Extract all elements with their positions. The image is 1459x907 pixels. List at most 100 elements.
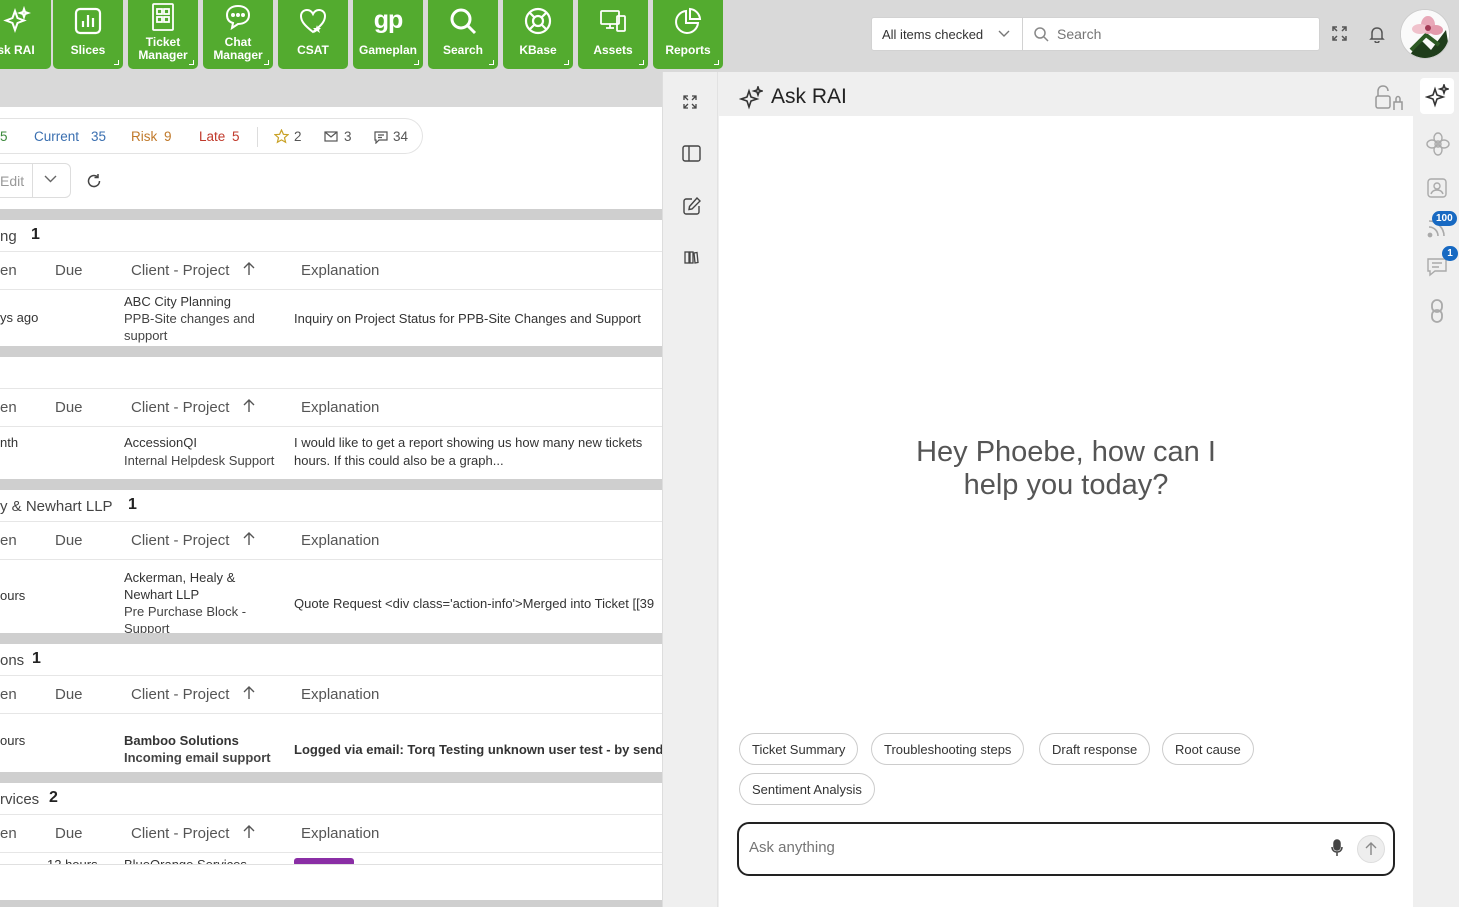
col-client-project[interactable]: Client - Project [131, 825, 229, 842]
nav-kbase-button[interactable]: KBase [503, 0, 573, 69]
current-label[interactable]: Current [34, 129, 79, 144]
chip-draft-response[interactable]: Draft response [1039, 733, 1151, 765]
search-input[interactable] [1057, 26, 1307, 42]
filter-select[interactable]: All items checked [871, 17, 1023, 51]
risk-count[interactable]: 9 [164, 129, 172, 144]
col-explanation[interactable]: Explanation [301, 399, 379, 416]
cell-client-cont: Newhart LLP [124, 587, 200, 602]
table-row[interactable]: 12 hours BlueOrange Services [0, 854, 662, 864]
mail-icon[interactable] [324, 131, 338, 142]
group-count: 1 [128, 496, 137, 513]
current-count[interactable]: 35 [91, 129, 106, 144]
col-explanation[interactable]: Explanation [301, 825, 379, 842]
cell-project-cont: support [124, 328, 168, 343]
cell-explanation: Inquiry on Project Status for PPB-Site C… [294, 311, 641, 326]
ok-count[interactable]: 5 [0, 129, 8, 144]
star-icon[interactable] [274, 129, 289, 144]
col-open[interactable]: en [0, 532, 17, 549]
group-header[interactable]: y & Newhart LLP 1 [0, 490, 662, 522]
ask-input-box[interactable] [737, 822, 1395, 876]
contact-card-icon[interactable] [1426, 177, 1448, 199]
edit-split-button[interactable]: Edit [0, 163, 71, 198]
late-label[interactable]: Late [199, 129, 225, 144]
table-row[interactable]: nth AccessionQI Internal Helpdesk Suppor… [0, 428, 662, 478]
expand-icon[interactable] [683, 95, 697, 109]
table-row[interactable]: ys ago ABC City Planning PPB-Site change… [0, 291, 662, 346]
group-header[interactable]: ons 1 [0, 644, 662, 676]
risk-label[interactable]: Risk [131, 129, 157, 144]
col-open[interactable]: en [0, 825, 17, 842]
cell-open: ys ago [0, 310, 39, 325]
cell-explanation-cont: hours. If this could also be a graph... [294, 453, 504, 468]
nav-ask-rai-button[interactable]: sk RAI [0, 0, 51, 69]
col-open[interactable]: en [0, 686, 17, 703]
bell-icon[interactable] [1369, 25, 1385, 43]
group-separator [0, 633, 662, 644]
ticket-group: y & Newhart LLP 1 en Due Client - Projec… [0, 490, 662, 633]
nav-label: Slices [70, 43, 106, 57]
nav-label: Reports [665, 43, 711, 57]
col-explanation[interactable]: Explanation [301, 532, 379, 549]
nav-label-line2: Manager [213, 48, 263, 62]
link-icon[interactable] [1429, 299, 1445, 323]
edit-button[interactable]: Edit [0, 173, 24, 189]
group-header[interactable] [0, 357, 662, 389]
chip-sentiment-analysis[interactable]: Sentiment Analysis [739, 773, 875, 805]
microphone-icon[interactable] [1331, 839, 1343, 857]
group-header[interactable]: ng 1 [0, 220, 662, 252]
col-client-project[interactable]: Client - Project [131, 532, 229, 549]
col-due[interactable]: Due [55, 825, 83, 842]
late-count[interactable]: 5 [232, 129, 240, 144]
nav-search-button[interactable]: Search [428, 0, 498, 69]
col-open[interactable]: en [0, 399, 17, 416]
col-due[interactable]: Due [55, 262, 83, 279]
library-icon[interactable] [684, 250, 699, 265]
nav-reports-button[interactable]: Reports [653, 0, 723, 69]
col-due[interactable]: Due [55, 686, 83, 703]
nav-slices-button[interactable]: Slices [53, 0, 123, 69]
nav-ticket-manager-button[interactable]: Ticket Manager [128, 0, 198, 69]
col-client-project[interactable]: Client - Project [131, 262, 229, 279]
sort-ascending-icon[interactable] [243, 686, 255, 700]
ask-input[interactable] [749, 839, 1309, 856]
send-button[interactable] [1357, 835, 1385, 863]
nav-label: Gameplan [358, 43, 418, 57]
nav-chat-manager-button[interactable]: Chat Manager [203, 0, 273, 69]
search-box[interactable] [1023, 17, 1320, 51]
nav-label: sk RAI [0, 43, 35, 57]
avatar[interactable] [1400, 9, 1450, 59]
new-chat-icon[interactable] [683, 197, 701, 215]
mail-count: 3 [344, 129, 352, 144]
group-header[interactable]: rvices 2 [0, 783, 662, 815]
col-open[interactable]: en [0, 262, 17, 279]
sidebar-toggle-icon[interactable] [682, 145, 701, 162]
sort-ascending-icon[interactable] [243, 262, 255, 276]
table-row[interactable]: ours Ackerman, Healy & Newhart LLP Pre P… [0, 561, 662, 633]
cell-open: ours [0, 733, 26, 748]
chip-troubleshooting-steps[interactable]: Troubleshooting steps [871, 733, 1025, 765]
col-due[interactable]: Due [55, 532, 83, 549]
sort-ascending-icon[interactable] [243, 399, 255, 413]
chip-ticket-summary[interactable]: Ticket Summary [739, 733, 859, 765]
nav-assets-button[interactable]: Assets [578, 0, 648, 69]
comment-icon[interactable] [374, 131, 388, 144]
unlock-icon[interactable] [1374, 85, 1404, 111]
col-due[interactable]: Due [55, 399, 83, 416]
col-client-project[interactable]: Client - Project [131, 686, 229, 703]
nav-gameplan-button[interactable]: gp Gameplan [353, 0, 423, 69]
col-explanation[interactable]: Explanation [301, 686, 379, 703]
nav-csat-button[interactable]: CSAT [278, 0, 348, 69]
col-explanation[interactable]: Explanation [301, 262, 379, 279]
col-client-project[interactable]: Client - Project [131, 399, 229, 416]
fullscreen-icon[interactable] [1332, 26, 1347, 41]
sort-ascending-icon[interactable] [243, 532, 255, 546]
rail-ask-rai-button[interactable] [1420, 78, 1454, 114]
table-row[interactable]: ours Bamboo Solutions Incoming email sup… [0, 715, 662, 771]
group-separator [0, 209, 662, 220]
chevron-down-icon[interactable] [44, 175, 57, 183]
refresh-icon[interactable] [86, 173, 102, 189]
sort-ascending-icon[interactable] [243, 825, 255, 839]
flower-icon[interactable] [1426, 132, 1450, 156]
right-icon-rail: 100 1 [1413, 72, 1459, 907]
chip-root-cause[interactable]: Root cause [1162, 733, 1254, 765]
